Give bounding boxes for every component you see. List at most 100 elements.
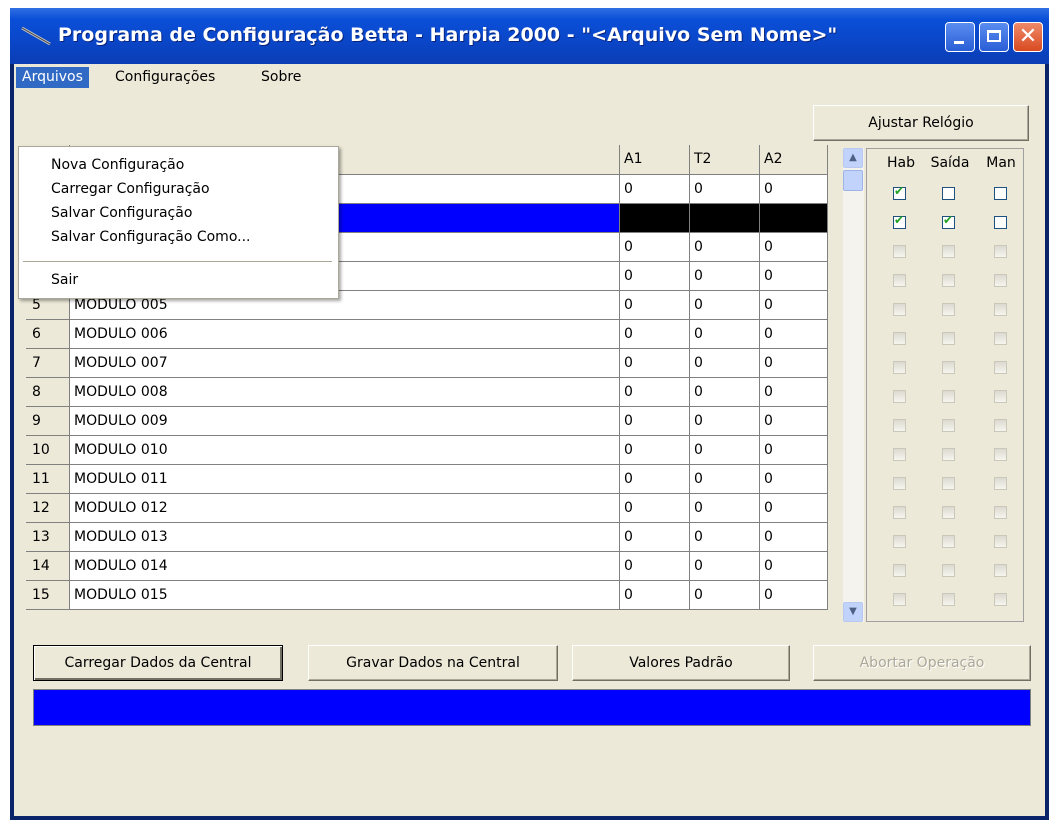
hab-checkbox[interactable] — [893, 245, 906, 258]
saida-checkbox[interactable] — [942, 213, 955, 229]
man-checkbox[interactable] — [994, 303, 1007, 316]
row-number[interactable]: 15 — [26, 581, 70, 610]
man-checkbox[interactable] — [994, 593, 1007, 606]
saida-checkbox[interactable] — [942, 535, 955, 548]
value-cell-a2[interactable]: 0 — [760, 581, 828, 610]
menu-item-nova-configuracao[interactable]: Nova Configuração — [19, 153, 336, 177]
saida-checkbox[interactable] — [942, 332, 955, 345]
man-checkbox[interactable] — [994, 506, 1007, 519]
value-cell-a1[interactable]: 0 — [620, 233, 690, 262]
module-name-cell[interactable]: MODULO 010 — [70, 436, 620, 465]
man-checkbox[interactable] — [994, 535, 1007, 548]
maximize-button[interactable] — [979, 22, 1009, 52]
value-cell-t2[interactable]: 0 — [690, 552, 760, 581]
minimize-button[interactable] — [945, 22, 975, 52]
value-cell-t2[interactable]: 0 — [690, 233, 760, 262]
module-name-cell[interactable]: MODULO 008 — [70, 378, 620, 407]
hab-checkbox[interactable] — [893, 448, 906, 461]
hab-checkbox[interactable] — [893, 419, 906, 432]
value-cell-a2[interactable]: 0 — [760, 494, 828, 523]
row-number[interactable]: 14 — [26, 552, 70, 581]
saida-checkbox[interactable] — [942, 274, 955, 287]
grid-scrollbar[interactable]: ▲ ▼ — [842, 148, 864, 622]
value-cell-a1[interactable]: 0 — [620, 581, 690, 610]
value-cell-a1[interactable]: 0 — [620, 494, 690, 523]
saida-checkbox[interactable] — [942, 419, 955, 432]
saida-checkbox[interactable] — [942, 390, 955, 403]
saida-checkbox[interactable] — [942, 361, 955, 374]
value-cell-a1[interactable]: 0 — [620, 175, 690, 204]
value-cell-a1[interactable]: 0 — [620, 349, 690, 378]
man-checkbox[interactable] — [994, 564, 1007, 577]
man-checkbox[interactable] — [994, 187, 1007, 200]
saida-checkbox[interactable] — [942, 593, 955, 606]
saida-checkbox[interactable] — [942, 187, 955, 200]
row-number[interactable]: 8 — [26, 378, 70, 407]
value-cell-a1[interactable]: 0 — [620, 291, 690, 320]
man-checkbox[interactable] — [994, 419, 1007, 432]
man-checkbox[interactable] — [994, 216, 1007, 229]
hab-checkbox[interactable] — [893, 506, 906, 519]
title-bar[interactable]: Programa de Configuração Betta - Harpia … — [10, 8, 1049, 64]
value-cell-a1[interactable]: 0 — [620, 262, 690, 291]
menu-item-sair[interactable]: Sair — [19, 268, 336, 292]
value-cell-t2[interactable] — [690, 204, 760, 233]
ajustar-relogio-button[interactable]: Ajustar Relógio — [813, 105, 1029, 141]
menu-sobre[interactable]: Sobre — [255, 67, 307, 88]
scroll-up-arrow-icon[interactable]: ▲ — [843, 148, 863, 168]
value-cell-a2[interactable]: 0 — [760, 407, 828, 436]
scroll-down-arrow-icon[interactable]: ▼ — [843, 602, 863, 622]
man-checkbox[interactable] — [994, 477, 1007, 490]
hab-checkbox[interactable] — [893, 332, 906, 345]
module-name-cell[interactable]: MODULO 012 — [70, 494, 620, 523]
close-button[interactable]: ✕ — [1013, 22, 1043, 52]
module-name-cell[interactable]: MODULO 014 — [70, 552, 620, 581]
menu-item-salvar-configuracao[interactable]: Salvar Configuração — [19, 201, 336, 225]
hab-checkbox[interactable] — [893, 274, 906, 287]
menu-item-carregar-configuracao[interactable]: Carregar Configuração — [19, 177, 336, 201]
value-cell-a2[interactable]: 0 — [760, 320, 828, 349]
row-number[interactable]: 12 — [26, 494, 70, 523]
value-cell-t2[interactable]: 0 — [690, 262, 760, 291]
module-name-cell[interactable]: MODULO 015 — [70, 581, 620, 610]
saida-checkbox[interactable] — [942, 564, 955, 577]
carregar-dados-button[interactable]: Carregar Dados da Central — [33, 645, 283, 681]
value-cell-a2[interactable]: 0 — [760, 233, 828, 262]
value-cell-a1[interactable]: 0 — [620, 523, 690, 552]
module-name-cell[interactable]: MODULO 006 — [70, 320, 620, 349]
value-cell-t2[interactable]: 0 — [690, 523, 760, 552]
value-cell-t2[interactable]: 0 — [690, 291, 760, 320]
value-cell-a2[interactable]: 0 — [760, 552, 828, 581]
value-cell-a1[interactable]: 0 — [620, 552, 690, 581]
value-cell-a1[interactable]: 0 — [620, 436, 690, 465]
saida-checkbox[interactable] — [942, 245, 955, 258]
menu-arquivos[interactable]: Arquivos — [16, 67, 89, 88]
man-checkbox[interactable] — [994, 332, 1007, 345]
value-cell-t2[interactable]: 0 — [690, 436, 760, 465]
value-cell-a2[interactable] — [760, 204, 828, 233]
menu-item-salvar-como[interactable]: Salvar Configuração Como... — [19, 225, 336, 249]
module-name-cell[interactable]: MODULO 011 — [70, 465, 620, 494]
saida-checkbox[interactable] — [942, 506, 955, 519]
value-cell-t2[interactable]: 0 — [690, 465, 760, 494]
row-number[interactable]: 6 — [26, 320, 70, 349]
menu-configuracoes[interactable]: Configurações — [109, 67, 221, 88]
value-cell-a2[interactable]: 0 — [760, 349, 828, 378]
man-checkbox[interactable] — [994, 390, 1007, 403]
value-cell-a2[interactable]: 0 — [760, 175, 828, 204]
hab-checkbox[interactable] — [893, 535, 906, 548]
value-cell-a2[interactable]: 0 — [760, 436, 828, 465]
value-cell-a2[interactable]: 0 — [760, 378, 828, 407]
saida-checkbox[interactable] — [942, 303, 955, 316]
hab-checkbox[interactable] — [893, 593, 906, 606]
man-checkbox[interactable] — [994, 274, 1007, 287]
module-name-cell[interactable]: MODULO 007 — [70, 349, 620, 378]
value-cell-a2[interactable]: 0 — [760, 465, 828, 494]
hab-checkbox[interactable] — [893, 477, 906, 490]
value-cell-a1[interactable]: 0 — [620, 407, 690, 436]
hab-checkbox[interactable] — [893, 564, 906, 577]
value-cell-t2[interactable]: 0 — [690, 494, 760, 523]
value-cell-a1[interactable]: 0 — [620, 378, 690, 407]
hab-checkbox[interactable] — [893, 184, 906, 200]
value-cell-a2[interactable]: 0 — [760, 262, 828, 291]
